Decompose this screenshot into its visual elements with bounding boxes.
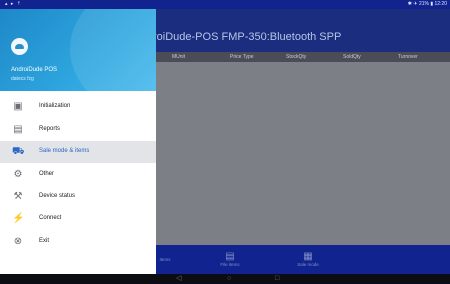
menu-item-device-status[interactable]: ⚒ Device status [0,186,156,208]
system-nav-bar: ◁ ○ □ [0,274,450,284]
column-header-soldqty[interactable]: SoldQty [343,54,361,60]
home-icon[interactable]: ○ [227,275,231,283]
wrench-icon: ⚒ [13,191,23,202]
menu-item-label: Other [39,171,55,177]
app-title: roiDude-POS FMP-350:Bluetooth SPP [153,31,342,43]
tab-file-items[interactable]: ▤ File items [212,245,248,274]
file-icon: ▤ [225,251,235,262]
chip-icon: ▣ [13,101,23,112]
status-left-icons: ▴ ▸ ⇡ [5,1,22,7]
column-header-munit[interactable]: MUnit [172,54,185,60]
reports-icon: ▤ [13,124,23,135]
menu-item-reports[interactable]: ▤ Reports [0,119,156,141]
menu-item-label: Reports [39,126,61,132]
sale-mode-icon: ▦ [303,251,313,262]
status-bar: ▴ ▸ ⇡ ✱ ✈ 21% ▮ 12:20 [0,0,450,9]
menu-item-other[interactable]: ⚙ Other [0,164,156,186]
menu-item-label: Exit [39,238,50,244]
header-decoration [70,9,156,91]
menu-item-label: Connect [39,215,62,221]
tab-items-label: Items [159,257,171,262]
navigation-drawer: AndroiDude POS datecs fzg ▣ Initializati… [0,9,156,274]
menu-item-exit[interactable]: ⊗ Exit [0,231,156,253]
gears-icon: ⚙ [13,169,23,180]
status-right-info: ✱ ✈ 21% ▮ 12:20 [407,1,447,7]
exit-icon: ⊗ [13,236,23,247]
cart-icon: ⛟ [12,146,25,157]
back-icon[interactable]: ◁ [176,275,181,283]
drawer-header: AndroiDude POS datecs fzg [0,9,156,91]
menu-item-sale-mode[interactable]: ⛟ Sale mode & items [0,141,156,163]
menu-item-label: Sale mode & items [39,148,90,154]
column-header-price-type[interactable]: Price Type [230,54,254,60]
column-header-turnover[interactable]: Turnover [398,54,418,60]
recent-apps-icon[interactable]: □ [275,275,279,283]
menu-item-connect[interactable]: ⚡ Connect [0,208,156,230]
tab-file-items-label: File items [220,262,240,267]
menu-item-label: Initialization [39,103,71,109]
tab-sale-mode-label: Sale mode [297,262,319,267]
tab-sale-mode[interactable]: ▦ Sale mode [290,245,326,274]
plug-icon: ⚡ [12,213,25,224]
drawer-app-name: AndroiDude POS [11,67,58,73]
column-header-stockqty[interactable]: StockQty [286,54,306,60]
app-logo-avatar [11,38,28,55]
menu-item-label: Device status [39,193,76,199]
drawer-subtitle: datecs fzg [11,76,34,82]
menu-item-initialization[interactable]: ▣ Initialization [0,96,156,118]
